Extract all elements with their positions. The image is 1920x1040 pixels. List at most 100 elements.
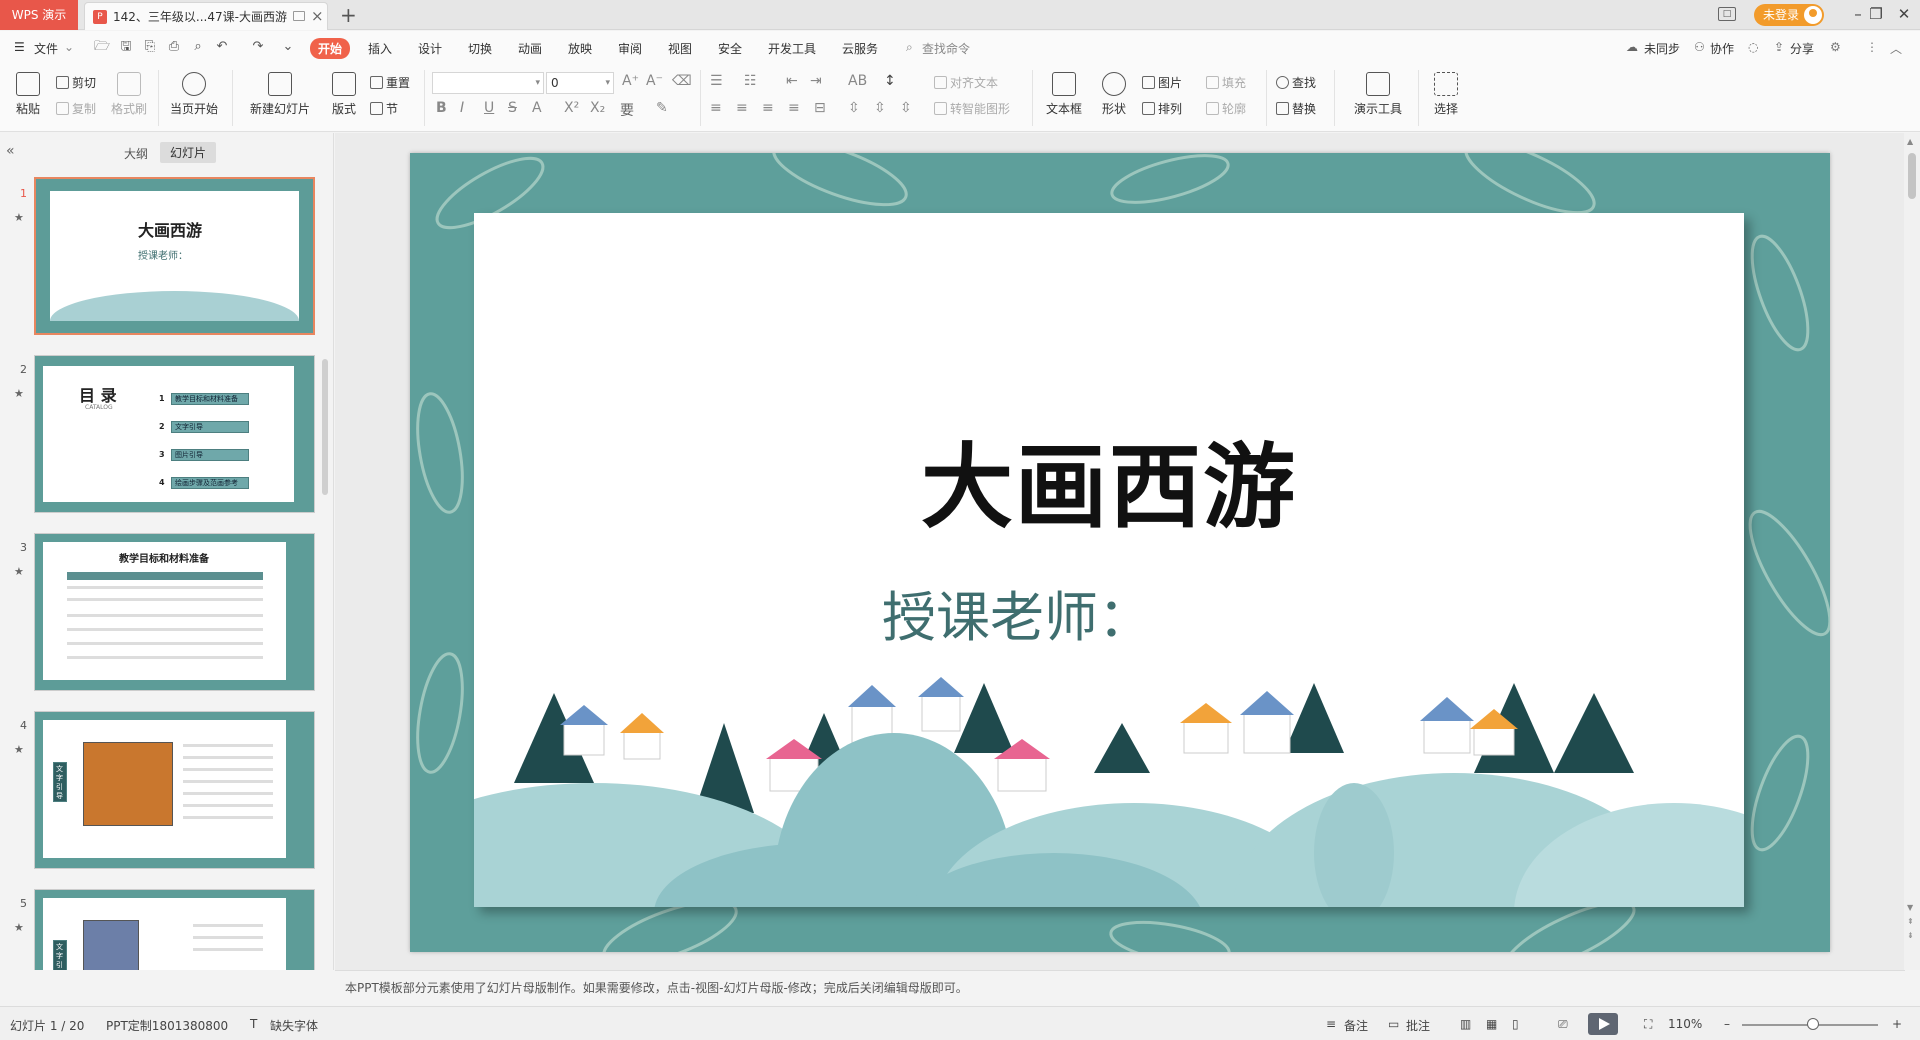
open-icon[interactable]: 🗁 xyxy=(94,39,110,55)
thumbnail-scrollbar[interactable] xyxy=(322,359,328,495)
select-button[interactable]: 选择 xyxy=(1426,72,1466,117)
customize-icon[interactable]: ⌄ xyxy=(280,39,296,55)
format-painter-button[interactable]: 格式刷 xyxy=(108,72,150,117)
tab-animation[interactable]: 动画 xyxy=(518,40,542,57)
notes-icon[interactable]: ≡ xyxy=(1326,1017,1336,1031)
slide-thumbnail-3[interactable]: 教学目标和材料准备 xyxy=(34,533,315,691)
bullet-list-icon[interactable]: ☰ xyxy=(710,73,723,89)
share-button[interactable]: 分享 xyxy=(1790,40,1814,57)
monitor-icon[interactable] xyxy=(293,11,305,21)
smart-art-button[interactable]: 转智能图形 xyxy=(934,100,1010,117)
collapse-panel-icon[interactable]: « xyxy=(6,143,15,159)
document-tab[interactable]: P 142、三年级以...47课-大画西游 × xyxy=(84,2,328,30)
font-size-select[interactable]: 0 xyxy=(546,72,614,94)
missing-font-button[interactable]: 缺失字体 xyxy=(270,1017,318,1034)
arrange-button[interactable]: 排列 xyxy=(1142,100,1182,117)
tab-slideshow[interactable]: 放映 xyxy=(568,40,592,57)
redo-icon[interactable]: ↷ xyxy=(250,39,266,55)
tab-view[interactable]: 视图 xyxy=(668,40,692,57)
command-search[interactable]: 查找命令 xyxy=(922,40,970,57)
layout-button[interactable]: 版式 xyxy=(326,72,362,117)
copy-button[interactable]: 复制 xyxy=(56,100,96,117)
slide-thumbnail-1[interactable]: 大画西游 授课老师： xyxy=(34,177,315,335)
outline-button[interactable]: 轮廓 xyxy=(1206,100,1246,117)
font-color-icon[interactable]: A xyxy=(532,100,542,116)
justify-icon[interactable]: ≡ xyxy=(788,100,800,116)
save-icon[interactable]: 🖫 xyxy=(118,39,134,55)
notes-pane[interactable]: 本PPT模板部分元素使用了幻灯片母版制作。如果需要修改，点击-视图-幻灯片母版-… xyxy=(335,970,1905,1006)
minimize-button[interactable]: – xyxy=(1848,5,1868,23)
paste-button[interactable]: 粘贴 xyxy=(10,72,46,117)
chevron-down-icon[interactable]: ⌄ xyxy=(64,40,74,54)
add-tab-icon[interactable]: + xyxy=(340,3,357,27)
zoom-level[interactable]: 110% xyxy=(1668,1017,1702,1031)
slide-thumbnail-5[interactable]: 文字引导 xyxy=(34,889,315,970)
reset-button[interactable]: 重置 xyxy=(370,74,410,91)
align-text-button[interactable]: 对齐文本 xyxy=(934,74,998,91)
share-icon[interactable]: ⇪ xyxy=(1774,40,1784,54)
clear-format-icon[interactable]: ⌫ xyxy=(672,73,692,89)
slide-thumbnail-4[interactable]: 文字引导 xyxy=(34,711,315,869)
tab-slides[interactable]: 幻灯片 xyxy=(160,142,217,163)
tab-home[interactable]: 开始 xyxy=(310,38,351,59)
scrollbar-thumb[interactable] xyxy=(1908,153,1916,199)
comment-button[interactable]: 批注 xyxy=(1406,1017,1430,1034)
fill-button[interactable]: 填充 xyxy=(1206,74,1246,91)
outdent-icon[interactable]: ⇤ xyxy=(786,73,798,89)
cloud-sync-icon[interactable]: ☁ xyxy=(1626,40,1638,54)
find-button[interactable]: 查找 xyxy=(1276,74,1316,91)
presentation-tools-button[interactable]: 演示工具 xyxy=(1346,72,1410,117)
notes-button[interactable]: 备注 xyxy=(1344,1017,1368,1034)
slide-teacher-label[interactable]: 授课老师： xyxy=(882,573,1152,652)
file-menu[interactable]: 文件 xyxy=(34,40,58,57)
comment-icon[interactable]: ◌ xyxy=(1748,40,1758,54)
more-icon[interactable]: ⋮ xyxy=(1866,40,1878,54)
font-grow-icon[interactable]: A⁺ xyxy=(622,73,639,89)
collapse-ribbon-icon[interactable]: ︿ xyxy=(1890,40,1902,57)
normal-view-icon[interactable]: ▥ xyxy=(1460,1017,1471,1031)
new-slide-button[interactable]: 新建幻灯片 xyxy=(244,72,316,117)
restore-button[interactable]: ❐ xyxy=(1866,5,1886,23)
tab-design[interactable]: 设计 xyxy=(418,40,442,57)
scroll-down-icon[interactable]: ▼ xyxy=(1907,903,1913,912)
tab-review[interactable]: 审阅 xyxy=(618,40,642,57)
align-left-icon[interactable]: ≡ xyxy=(710,100,722,116)
bold-icon[interactable]: B xyxy=(436,100,447,116)
tab-outline[interactable]: 大纲 xyxy=(124,145,148,162)
hamburger-icon[interactable]: ☰ xyxy=(14,40,25,54)
cut-button[interactable]: 剪切 xyxy=(56,74,96,91)
align-right-icon[interactable]: ≡ xyxy=(762,100,774,116)
textbox-button[interactable]: 文本框 xyxy=(1040,72,1088,117)
slide-title[interactable]: 大画西游 xyxy=(474,413,1744,546)
font-shrink-icon[interactable]: A⁻ xyxy=(646,73,663,89)
close-window-button[interactable]: ✕ xyxy=(1894,5,1914,23)
collab-button[interactable]: 协作 xyxy=(1710,40,1734,57)
slide-sorter-icon[interactable]: ▦ xyxy=(1486,1017,1497,1031)
zoom-out-button[interactable]: – xyxy=(1724,1017,1730,1031)
shape-button[interactable]: 形状 xyxy=(1094,72,1134,117)
zoom-in-button[interactable]: + xyxy=(1892,1017,1902,1031)
paragraph-icon[interactable]: ⇳ xyxy=(900,100,912,116)
text-direction-icon[interactable]: AB xyxy=(848,73,867,89)
subscript-icon[interactable]: X₂ xyxy=(590,100,605,116)
next-slide-icon[interactable]: ⇟ xyxy=(1907,931,1914,940)
zoom-slider-knob[interactable] xyxy=(1807,1018,1819,1030)
login-button[interactable]: 未登录 xyxy=(1754,4,1824,26)
play-slideshow-button[interactable] xyxy=(1588,1013,1618,1035)
underline-icon[interactable]: U xyxy=(484,100,494,116)
slide-thumbnail-2[interactable]: 目 录 CATALOG 1 教学目标和材料准备 2 文字引导 3 图片引导 4 … xyxy=(34,355,315,513)
settings-icon[interactable]: ⚙ xyxy=(1830,40,1841,54)
scroll-up-icon[interactable]: ▲ xyxy=(1907,137,1913,146)
special-char-icon[interactable]: 要 xyxy=(620,100,634,120)
line-spacing-icon[interactable]: ↕ xyxy=(884,73,896,89)
font-family-select[interactable] xyxy=(432,72,544,94)
presenter-icon[interactable]: ⎚ xyxy=(1558,1017,1568,1032)
tab-security[interactable]: 安全 xyxy=(718,40,742,57)
print-icon[interactable]: ⎙ xyxy=(166,39,182,55)
fit-window-icon[interactable]: ⛶ xyxy=(1644,1017,1652,1032)
wps-logo[interactable]: WPS 演示 xyxy=(0,0,78,30)
export-icon[interactable]: ⎘ xyxy=(142,39,158,55)
missing-font-icon[interactable]: T xyxy=(250,1017,257,1031)
paragraph-spacing-icon[interactable]: ⇳ xyxy=(848,100,860,116)
strikethrough-icon[interactable]: S xyxy=(508,100,517,116)
